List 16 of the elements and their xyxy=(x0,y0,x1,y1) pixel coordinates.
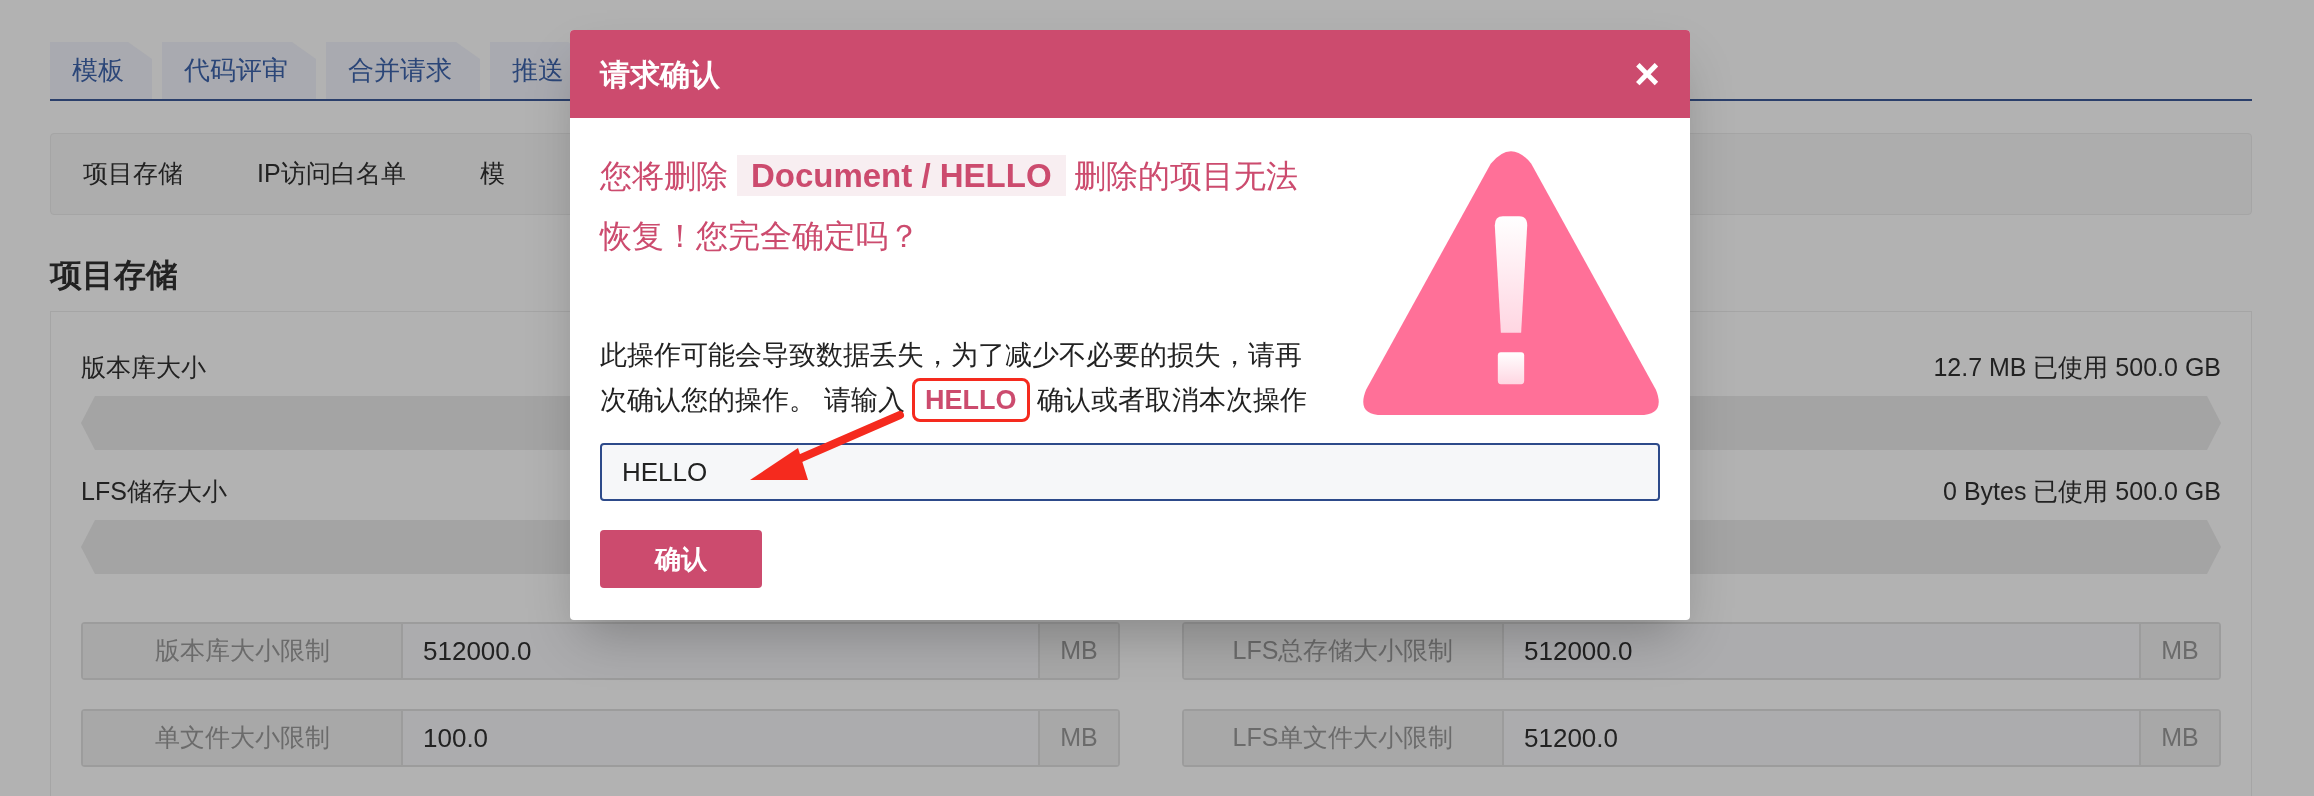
usage-label: LFS储存大小 xyxy=(81,476,227,507)
warning-icon xyxy=(1360,150,1662,415)
usage-label: 版本库大小 xyxy=(81,352,206,383)
tab[interactable]: 代码评审 xyxy=(162,42,316,99)
tab[interactable]: 合并请求 xyxy=(326,42,480,99)
close-button[interactable]: × xyxy=(1634,52,1660,96)
confirm-input[interactable]: HELLO xyxy=(600,443,1660,501)
dialog-heading: 您将删除 Document / HELLO 删除的项目无法恢复！您完全确定吗？ xyxy=(600,154,1300,256)
usage-reading: 0 Bytes 已使用 500.0 GB xyxy=(1943,476,2221,507)
usage-reading: 12.7 MB 已使用 500.0 GB xyxy=(1933,352,2221,383)
nav-link[interactable]: IP访问白名单 xyxy=(255,155,408,193)
section-title: 项目存储 xyxy=(50,256,179,295)
dialog-title: 请求确认 xyxy=(600,56,720,93)
tab[interactable]: 模板 xyxy=(50,42,152,99)
nav-link[interactable]: 项目存储 xyxy=(81,155,185,193)
nav-link[interactable]: 模 xyxy=(477,155,507,193)
